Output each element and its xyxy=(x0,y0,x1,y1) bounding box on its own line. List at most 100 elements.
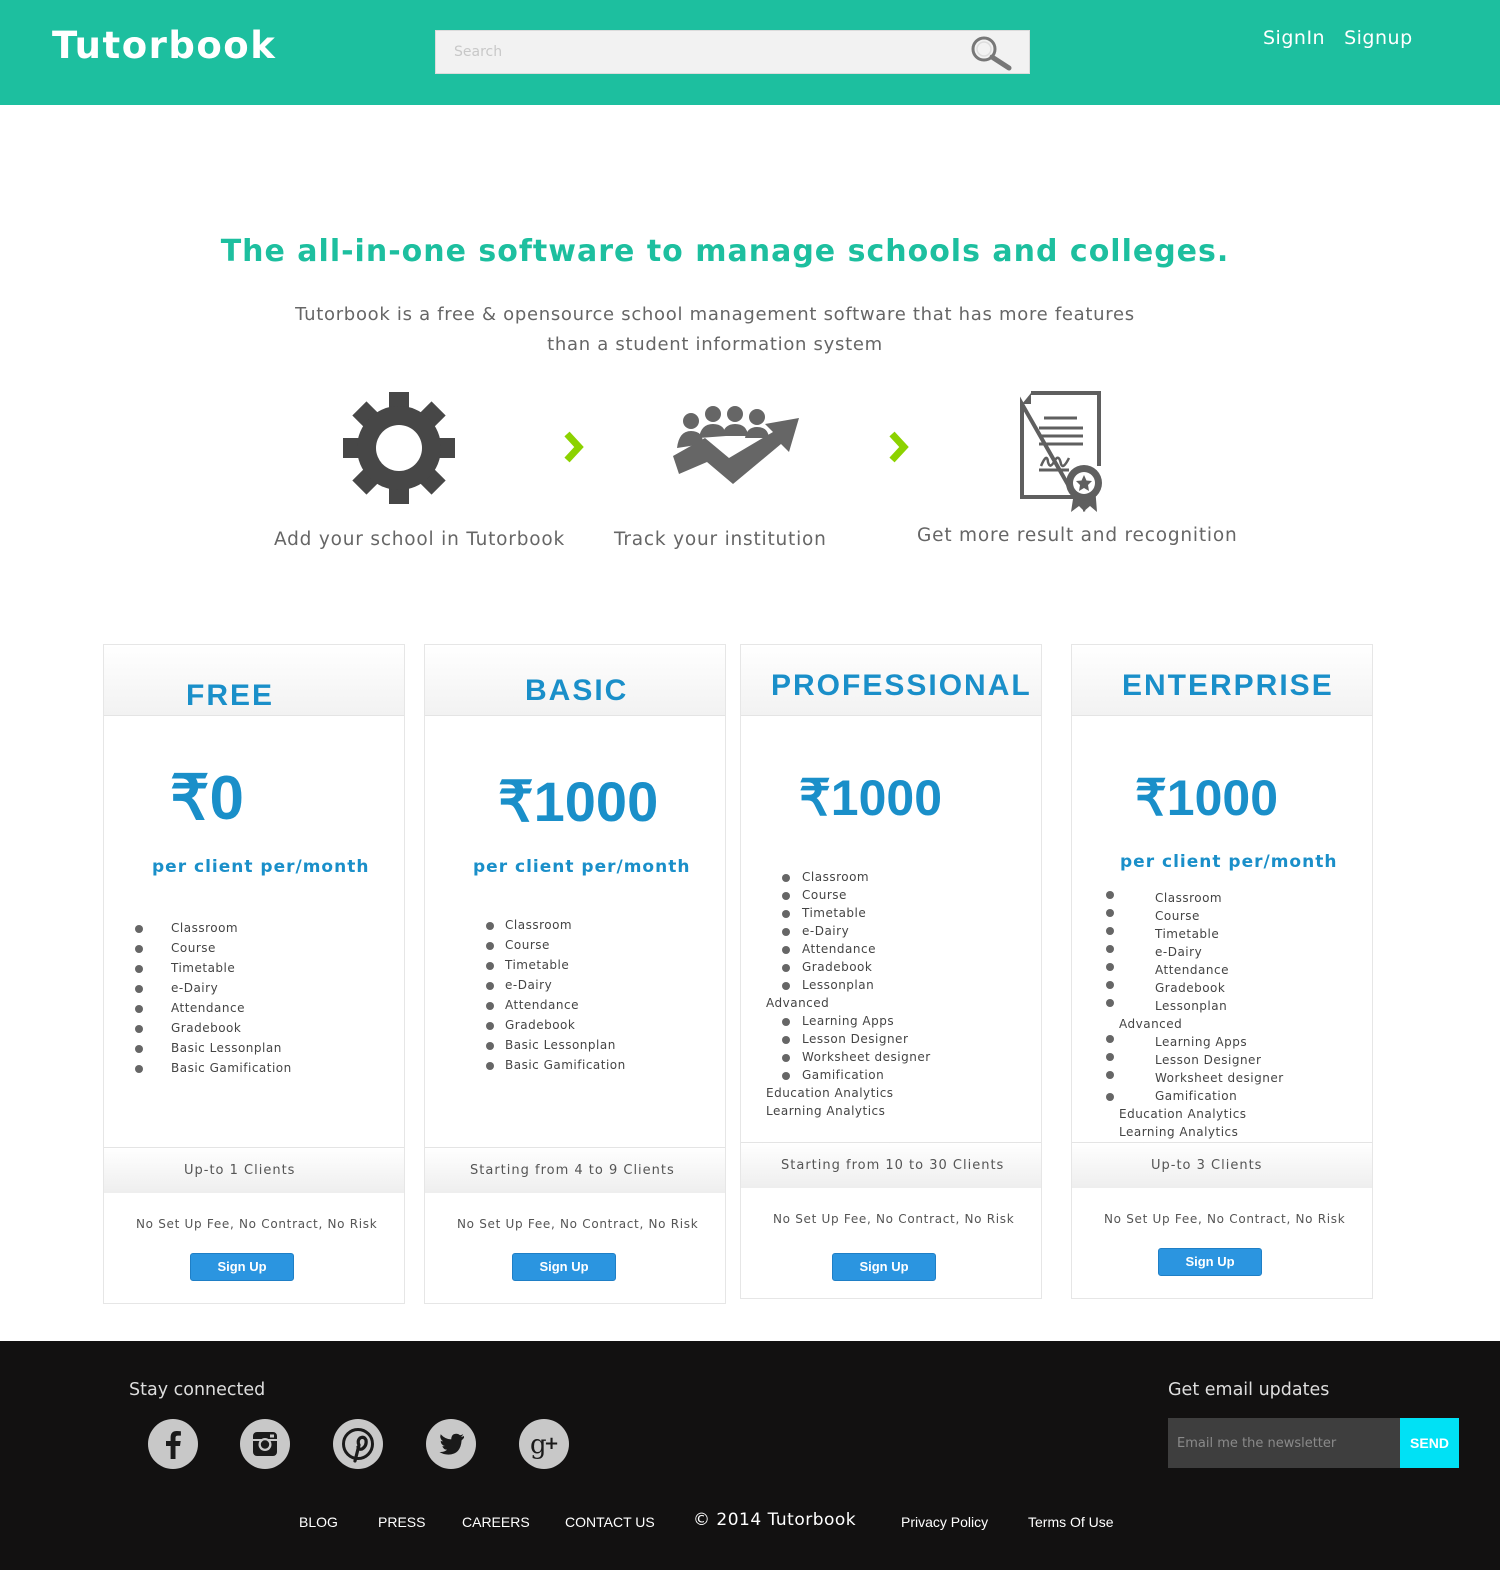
facebook-icon[interactable] xyxy=(148,1419,198,1469)
hero-title: The all-in-one software to manage school… xyxy=(220,234,1230,269)
plan-price: ₹1000 xyxy=(498,770,659,833)
feature-item: Worksheet designer xyxy=(1155,1071,1284,1085)
hero-subtitle-line1: Tutorbook is a free & opensource school … xyxy=(295,304,1135,325)
feature-item: Course xyxy=(171,941,216,955)
feature-item: Gradebook xyxy=(802,960,873,974)
signup-button[interactable]: Sign Up xyxy=(1158,1248,1262,1276)
footer-link-press[interactable]: PRESS xyxy=(378,1514,425,1530)
search-input[interactable] xyxy=(436,31,956,73)
bullet-icon xyxy=(1106,927,1114,935)
hero-subtitle: Tutorbook is a free & opensource school … xyxy=(294,300,1136,360)
feature-item: Course xyxy=(1155,909,1200,923)
pricing-card-enterprise: ENTERPRISE ₹1000 per client per/month Cl… xyxy=(1071,644,1373,1299)
feature-item: Classroom xyxy=(171,921,239,935)
feature-item: Lessonplan xyxy=(802,978,875,992)
bullet-icon xyxy=(782,1054,790,1062)
bullet-icon xyxy=(782,928,790,936)
plan-period: per client per/month xyxy=(473,857,691,877)
bullet-icon xyxy=(1106,945,1114,953)
feature-item: Basic Gamification xyxy=(505,1058,626,1072)
growth-team-icon xyxy=(673,404,801,492)
plan-clients: Up-to 3 Clients xyxy=(1151,1158,1263,1173)
search-icon[interactable] xyxy=(969,35,1015,71)
bullet-icon xyxy=(1106,1035,1114,1043)
signup-link[interactable]: Signup xyxy=(1344,27,1413,49)
bullet-icon xyxy=(135,1065,143,1073)
bullet-icon xyxy=(782,1036,790,1044)
footer-link-contact[interactable]: CONTACT US xyxy=(565,1514,655,1530)
copyright: © 2014 Tutorbook xyxy=(693,1510,857,1530)
feature-item: Timetable xyxy=(505,958,570,972)
footer-link-terms[interactable]: Terms Of Use xyxy=(1028,1514,1114,1530)
bullet-icon xyxy=(1106,981,1114,989)
bullet-icon xyxy=(486,1002,494,1010)
step-label: Add your school in Tutorbook xyxy=(274,529,566,550)
brand-logo[interactable]: Tutorbook xyxy=(52,24,276,67)
feature-item: Learning Apps xyxy=(1155,1035,1248,1049)
plan-price: ₹1000 xyxy=(1135,770,1279,826)
feature-item: Gradebook xyxy=(505,1018,576,1032)
feature-item: Course xyxy=(802,888,847,902)
plan-clients: Starting from 10 to 30 Clients xyxy=(781,1158,1005,1173)
bullet-icon xyxy=(135,1005,143,1013)
signup-button[interactable]: Sign Up xyxy=(190,1253,294,1281)
bullet-icon xyxy=(486,942,494,950)
plan-clients: Starting from 4 to 9 Clients xyxy=(470,1163,675,1178)
email-updates-heading: Get email updates xyxy=(1168,1380,1330,1400)
gear-icon xyxy=(343,392,455,508)
search-box xyxy=(435,30,1030,74)
bullet-icon xyxy=(1106,1093,1114,1101)
twitter-icon[interactable] xyxy=(426,1419,476,1469)
bullet-icon xyxy=(135,965,143,973)
feature-item: Learning Analytics xyxy=(766,1104,886,1118)
header-nav: SignIn Signup xyxy=(1263,27,1413,49)
feature-item: Basic Gamification xyxy=(171,1061,292,1075)
instagram-icon[interactable] xyxy=(240,1419,290,1469)
newsletter-email-input[interactable] xyxy=(1168,1418,1400,1468)
feature-item: Lessonplan xyxy=(1155,999,1228,1013)
signin-link[interactable]: SignIn xyxy=(1263,27,1325,49)
bullet-icon xyxy=(135,945,143,953)
plan-period: per client per/month xyxy=(152,857,370,877)
bullet-icon xyxy=(486,1022,494,1030)
feature-item: Education Analytics xyxy=(766,1086,894,1100)
bullet-icon xyxy=(782,982,790,990)
feature-item: e-Dairy xyxy=(802,924,850,938)
feature-item: Learning Apps xyxy=(802,1014,895,1028)
feature-item: Timetable xyxy=(171,961,236,975)
feature-item: Classroom xyxy=(505,918,573,932)
bullet-icon xyxy=(782,910,790,918)
bullet-icon xyxy=(135,985,143,993)
bullet-icon xyxy=(1106,1071,1114,1079)
plan-name: BASIC xyxy=(525,674,629,707)
feature-item: Timetable xyxy=(802,906,867,920)
feature-item: e-Dairy xyxy=(1155,945,1203,959)
chevron-right-icon xyxy=(886,430,910,468)
signup-button[interactable]: Sign Up xyxy=(832,1253,936,1281)
plan-name: FREE xyxy=(186,679,275,712)
footer-link-privacy[interactable]: Privacy Policy xyxy=(901,1514,988,1530)
bullet-icon xyxy=(486,1062,494,1070)
feature-item: Lesson Designer xyxy=(802,1032,909,1046)
send-button[interactable]: SEND xyxy=(1400,1418,1459,1468)
feature-item: Course xyxy=(505,938,550,952)
feature-item: Basic Lessonplan xyxy=(505,1038,616,1052)
footer-link-blog[interactable]: BLOG xyxy=(299,1514,338,1530)
footer-link-careers[interactable]: CAREERS xyxy=(462,1514,530,1530)
plan-price: ₹1000 xyxy=(799,770,943,826)
feature-item: Attendance xyxy=(802,942,876,956)
google-plus-icon[interactable]: g + xyxy=(519,1419,569,1469)
advanced-label: Advanced xyxy=(766,996,830,1010)
bullet-icon xyxy=(782,1072,790,1080)
bullet-icon xyxy=(1106,1053,1114,1061)
bullet-icon xyxy=(1106,891,1114,899)
pinterest-icon[interactable] xyxy=(333,1419,383,1469)
plan-terms: No Set Up Fee, No Contract, No Risk xyxy=(136,1217,378,1231)
plan-name: ENTERPRISE xyxy=(1122,669,1334,702)
signup-button[interactable]: Sign Up xyxy=(512,1253,616,1281)
bullet-icon xyxy=(782,892,790,900)
bullet-icon xyxy=(782,1018,790,1026)
feature-item: Gradebook xyxy=(171,1021,242,1035)
bullet-icon xyxy=(135,1045,143,1053)
plan-price: ₹0 xyxy=(170,764,244,833)
